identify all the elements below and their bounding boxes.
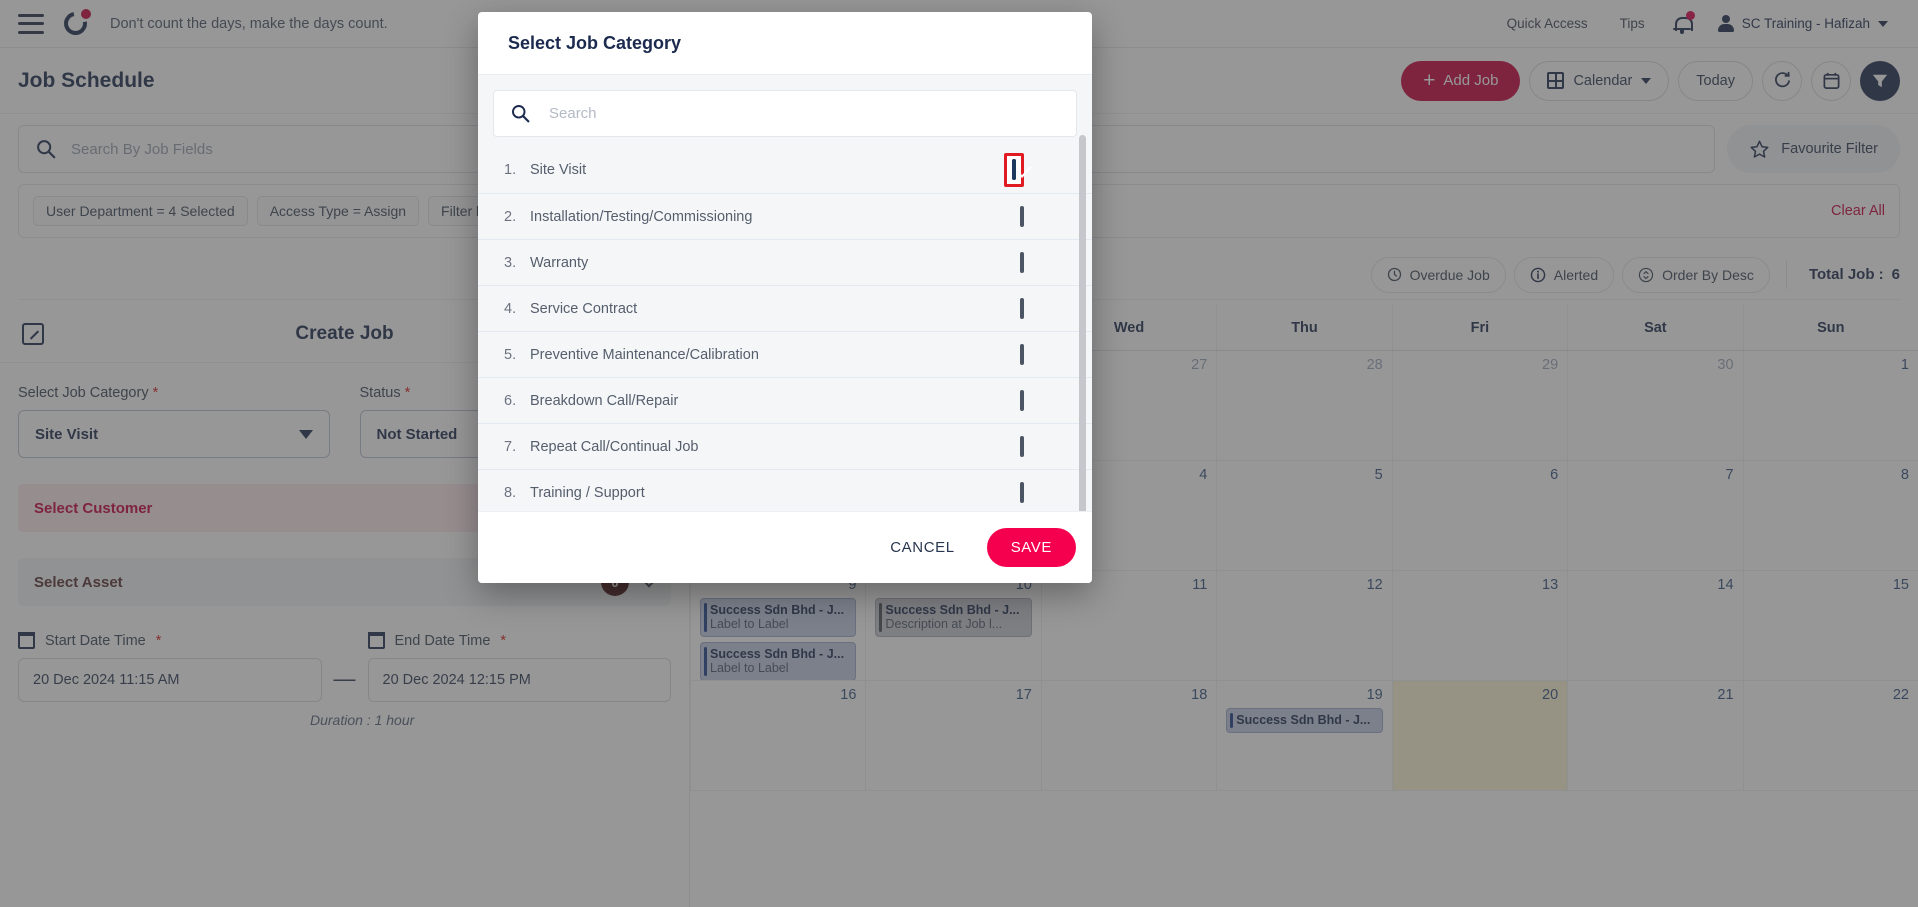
category-checkbox-cell xyxy=(1020,481,1024,503)
category-search-placeholder: Search xyxy=(549,105,597,122)
category-label: Installation/Testing/Commissioning xyxy=(530,208,753,225)
cancel-button[interactable]: CANCEL xyxy=(876,529,968,566)
category-checkbox[interactable] xyxy=(1020,481,1024,503)
category-index: 1. xyxy=(504,162,517,178)
category-label: Site Visit xyxy=(530,162,587,178)
category-label: Training / Support xyxy=(530,484,645,501)
save-button[interactable]: SAVE xyxy=(986,528,1076,567)
checkbox-highlight-outline xyxy=(1004,153,1024,187)
category-index: 7. xyxy=(504,438,517,455)
category-index: 8. xyxy=(504,484,517,501)
category-label: Repeat Call/Continual Job xyxy=(530,438,699,455)
category-row[interactable]: 8. Training / Support xyxy=(478,469,1092,511)
category-checkbox-cell xyxy=(1020,297,1024,319)
category-checkbox-cell xyxy=(1020,435,1024,457)
category-search-input[interactable]: Search xyxy=(493,90,1077,137)
modal-footer: CANCEL SAVE xyxy=(478,511,1092,583)
select-job-category-modal: Select Job Category Search 1. Site Visit 2… xyxy=(478,12,1092,583)
modal-scrollbar[interactable] xyxy=(1079,135,1086,511)
category-checkbox-cell xyxy=(1020,389,1024,411)
category-checkbox[interactable] xyxy=(1020,205,1024,227)
category-checkbox-cell xyxy=(1020,343,1024,365)
category-row[interactable]: 2. Installation/Testing/Commissioning xyxy=(478,193,1092,239)
category-index: 4. xyxy=(504,300,517,317)
category-index: 3. xyxy=(504,254,517,271)
category-row[interactable]: 3. Warranty xyxy=(478,239,1092,285)
category-label: Preventive Maintenance/Calibration xyxy=(530,346,759,363)
category-row[interactable]: 4. Service Contract xyxy=(478,285,1092,331)
category-row[interactable]: 7. Repeat Call/Continual Job xyxy=(478,423,1092,469)
app-root: Don't count the days, make the days coun… xyxy=(0,0,1918,907)
category-checkbox[interactable] xyxy=(1020,343,1024,365)
category-index: 2. xyxy=(504,208,517,225)
category-checkbox[interactable] xyxy=(1012,159,1016,180)
category-checkbox[interactable] xyxy=(1020,389,1024,411)
category-label: Warranty xyxy=(530,254,589,271)
search-icon xyxy=(512,105,530,123)
category-checkbox-cell xyxy=(1020,251,1024,273)
modal-body: Search 1. Site Visit 2. Installation/Testin… xyxy=(478,75,1092,511)
category-index: 6. xyxy=(504,392,517,409)
modal-title: Select Job Category xyxy=(508,32,682,53)
category-checkbox[interactable] xyxy=(1020,297,1024,319)
modal-header: Select Job Category xyxy=(478,12,1092,75)
job-category-list[interactable]: 1. Site Visit 2. Installation/Testing/Commi… xyxy=(478,147,1092,511)
category-row[interactable]: 6. Breakdown Call/Repair xyxy=(478,377,1092,423)
category-checkbox-cell xyxy=(1004,153,1024,187)
category-checkbox[interactable] xyxy=(1020,435,1024,457)
category-row[interactable]: 1. Site Visit xyxy=(478,147,1092,193)
category-checkbox[interactable] xyxy=(1020,251,1024,273)
category-checkbox-cell xyxy=(1020,205,1024,227)
category-row[interactable]: 5. Preventive Maintenance/Calibration xyxy=(478,331,1092,377)
modal-search-wrap: Search xyxy=(478,75,1092,147)
category-index: 5. xyxy=(504,346,517,363)
category-label: Breakdown Call/Repair xyxy=(530,392,679,409)
category-label: Service Contract xyxy=(530,300,638,317)
